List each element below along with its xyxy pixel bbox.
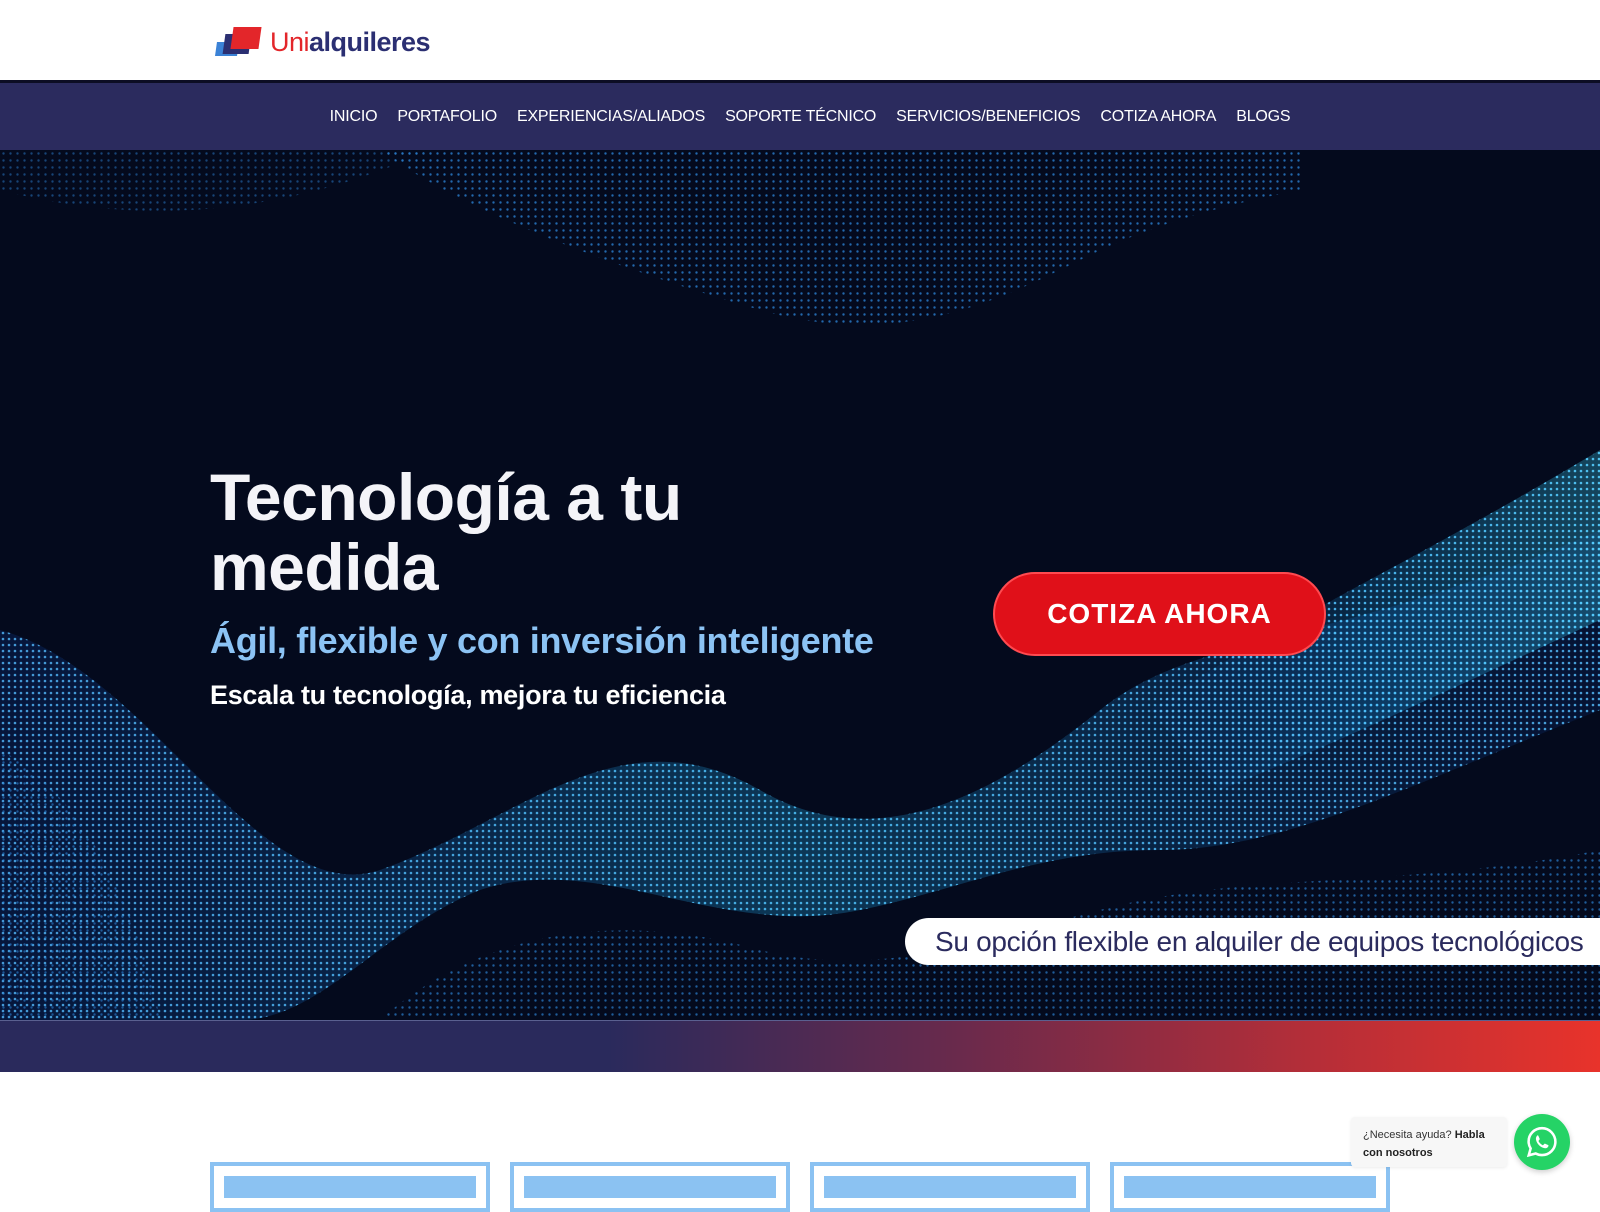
- help-prefix: ¿Necesita ayuda?: [1363, 1129, 1452, 1141]
- help-bubble[interactable]: ¿Necesita ayuda? Habla con nosotros: [1351, 1117, 1507, 1167]
- nav-item-experiencias[interactable]: EXPERIENCIAS/ALIADOS: [517, 108, 705, 126]
- whatsapp-icon: [1526, 1126, 1557, 1158]
- logo-text-alquileres: alquileres: [309, 26, 431, 57]
- service-card[interactable]: [210, 1162, 490, 1212]
- service-card-image: [824, 1176, 1076, 1198]
- service-card-image: [524, 1176, 776, 1198]
- nav-item-cotiza[interactable]: COTIZA AHORA: [1100, 108, 1216, 126]
- logo-mark-icon: [215, 24, 266, 60]
- logo-text: Unialquileres: [270, 26, 431, 58]
- nav-item-soporte[interactable]: SOPORTE TÉCNICO: [725, 108, 876, 126]
- nav-item-servicios[interactable]: SERVICIOS/BENEFICIOS: [896, 108, 1080, 126]
- hero-section: Tecnología a tu medida Ágil, flexible y …: [0, 150, 1600, 1020]
- nav-items: INICIO PORTAFOLIO EXPERIENCIAS/ALIADOS S…: [0, 83, 1600, 150]
- nav-item-inicio[interactable]: INICIO: [330, 108, 378, 126]
- service-card[interactable]: [510, 1162, 790, 1212]
- whatsapp-button[interactable]: [1514, 1114, 1570, 1170]
- logo-text-uni: Uni: [270, 26, 310, 57]
- site-header: Unialquileres: [0, 0, 1600, 80]
- nav-item-blogs[interactable]: BLOGS: [1236, 108, 1290, 126]
- service-card[interactable]: [1110, 1162, 1390, 1212]
- service-card[interactable]: [810, 1162, 1090, 1212]
- service-card-image: [1124, 1176, 1376, 1198]
- hero-tagline-text: Su opción flexible en alquiler de equipo…: [935, 925, 1584, 957]
- hero-title: Tecnología a tu medida: [210, 460, 682, 604]
- cotiza-ahora-button[interactable]: COTIZA AHORA: [993, 572, 1326, 656]
- main-nav: INICIO PORTAFOLIO EXPERIENCIAS/ALIADOS S…: [0, 80, 1600, 150]
- hero-tagline: Su opción flexible en alquiler de equipo…: [905, 918, 1600, 965]
- hero-subtitle-secondary: Escala tu tecnología, mejora tu eficienc…: [210, 680, 726, 710]
- logo[interactable]: Unialquileres: [215, 22, 431, 62]
- nav-item-portafolio[interactable]: PORTAFOLIO: [397, 108, 497, 126]
- hero-subtitle: Ágil, flexible y con inversión inteligen…: [210, 620, 874, 661]
- service-card-image: [224, 1176, 476, 1198]
- gradient-divider-band: [0, 1020, 1600, 1072]
